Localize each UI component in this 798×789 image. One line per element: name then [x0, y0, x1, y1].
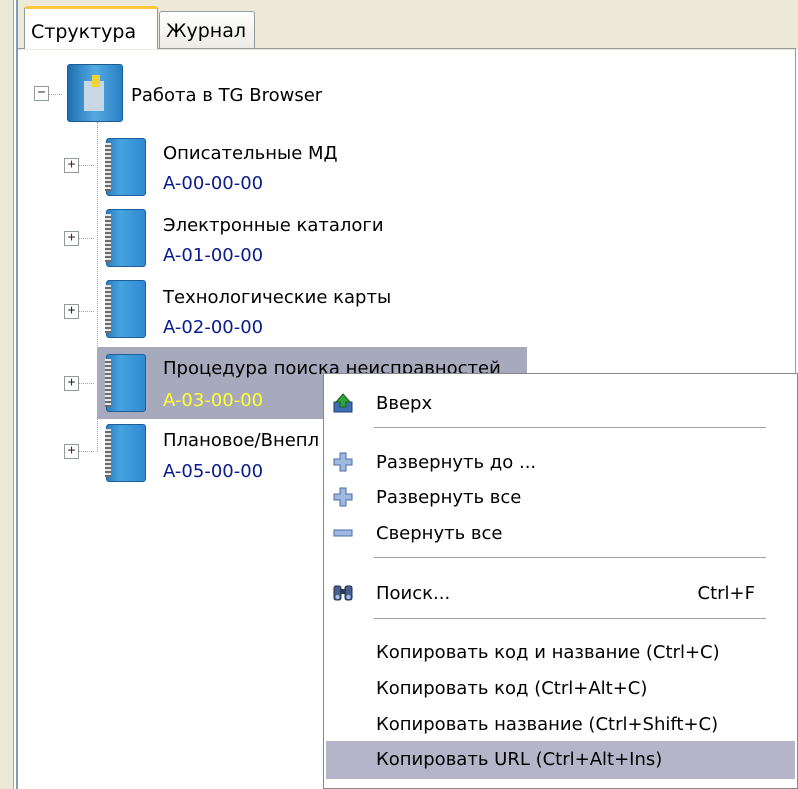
tree-node-title[interactable]: Технологические карты	[163, 287, 391, 308]
node-expander[interactable]: +	[64, 304, 79, 319]
collapse-all-icon	[333, 529, 353, 537]
menu-item-copy-url[interactable]: Копировать URL (Ctrl+Alt+Ins)	[326, 741, 795, 779]
expand-all-icon	[333, 487, 353, 507]
menu-item-label: Вверх	[376, 393, 433, 414]
tab-structure[interactable]: Структура	[24, 6, 158, 49]
menu-item-label: Копировать URL (Ctrl+Alt+Ins)	[376, 749, 663, 770]
book-icon	[105, 280, 146, 338]
expand-to-icon	[333, 452, 353, 472]
menu-separator	[374, 427, 766, 428]
menu-separator	[374, 618, 766, 619]
book-icon	[105, 424, 146, 482]
binoculars-icon	[333, 585, 353, 601]
menu-item-copy-code-and-name[interactable]: Копировать код и название (Ctrl+C)	[326, 634, 795, 670]
tree-node-code[interactable]: A-02-00-00	[163, 317, 263, 338]
menu-item-label: Свернуть все	[376, 523, 503, 544]
menu-item-expand-all[interactable]: Развернуть все	[326, 479, 795, 515]
node-expander[interactable]: +	[64, 158, 79, 173]
node-expander[interactable]: +	[64, 376, 79, 391]
root-node-label[interactable]: Работа в TG Browser	[131, 85, 322, 106]
menu-item-shortcut: Ctrl+F	[697, 583, 755, 604]
tree-node-title[interactable]: Плановое/Внепл	[163, 430, 319, 451]
tab-journal[interactable]: Журнал	[159, 11, 255, 48]
up-arrow-icon	[333, 393, 353, 413]
tree-node-code[interactable]: A-01-00-00	[163, 245, 263, 266]
structure-panel-window: Структура Журнал − Работа в TG Browser +…	[0, 0, 798, 789]
menu-item-copy-code[interactable]: Копировать код (Ctrl+Alt+C)	[326, 670, 795, 706]
window-left-frame	[0, 0, 14, 789]
menu-item-label: Развернуть до ...	[376, 452, 537, 473]
menu-item-label: Поиск...	[376, 583, 451, 604]
menu-item-collapse-all[interactable]: Свернуть все	[326, 515, 795, 551]
book-icon	[105, 138, 146, 196]
tree-node-title[interactable]: Электронные каталоги	[163, 215, 384, 236]
menu-item-expand-to[interactable]: Развернуть до ...	[326, 444, 795, 480]
menu-separator	[374, 557, 766, 558]
tree-node-code[interactable]: A-00-00-00	[163, 173, 263, 194]
node-expander[interactable]: +	[64, 231, 79, 246]
menu-item-label: Копировать название (Ctrl+Shift+C)	[376, 714, 719, 735]
menu-item-copy-name[interactable]: Копировать название (Ctrl+Shift+C)	[326, 706, 795, 742]
menu-item-label: Развернуть все	[376, 487, 522, 508]
book-icon	[105, 209, 146, 267]
root-collapse-toggle[interactable]: −	[34, 86, 49, 101]
tree-connector	[48, 94, 62, 95]
menu-item-search[interactable]: Поиск... Ctrl+F	[326, 575, 795, 611]
tree-node-code-selected[interactable]: A-03-00-00	[163, 390, 263, 411]
book-icon	[105, 354, 146, 412]
root-folder-icon	[67, 64, 123, 122]
menu-item-label: Копировать код и название (Ctrl+C)	[376, 642, 720, 663]
context-menu: Вверх Развернуть до ... Развернуть все С…	[323, 373, 798, 789]
node-expander[interactable]: +	[64, 444, 79, 459]
menu-item-up[interactable]: Вверх	[326, 385, 795, 421]
tree-node-title[interactable]: Описательные МД	[163, 143, 338, 164]
tree-node-code[interactable]: A-05-00-00	[163, 461, 263, 482]
menu-item-label: Копировать код (Ctrl+Alt+C)	[376, 678, 648, 699]
